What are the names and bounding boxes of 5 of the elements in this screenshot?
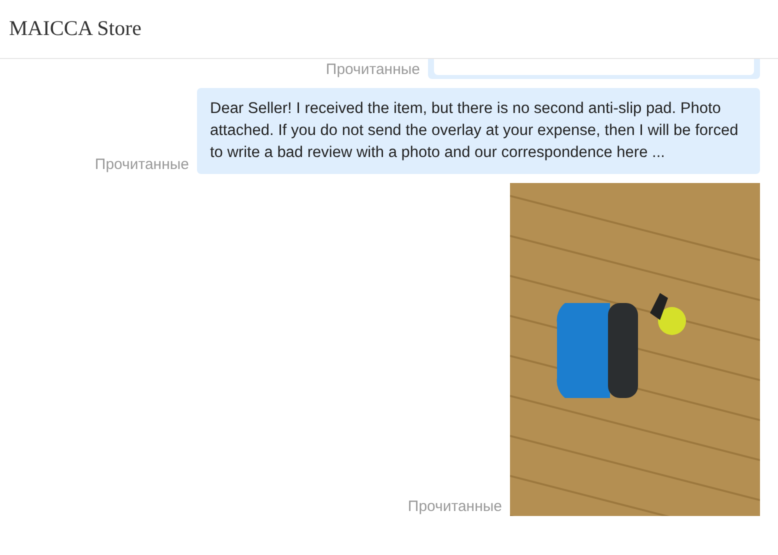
store-title: MAICCA Store [9,15,142,42]
message-bubble: Dear Seller! I received the item, but there is no second anti-slip pad. Photo attached. If you do not send the overlay at your expense, then I will be forced to write a bad review with a photo and our correspondence here ... [197,88,760,174]
read-status: Прочитанные [326,61,420,79]
read-status: Прочитанные [408,498,502,516]
read-status: Прочитанные [94,156,189,174]
